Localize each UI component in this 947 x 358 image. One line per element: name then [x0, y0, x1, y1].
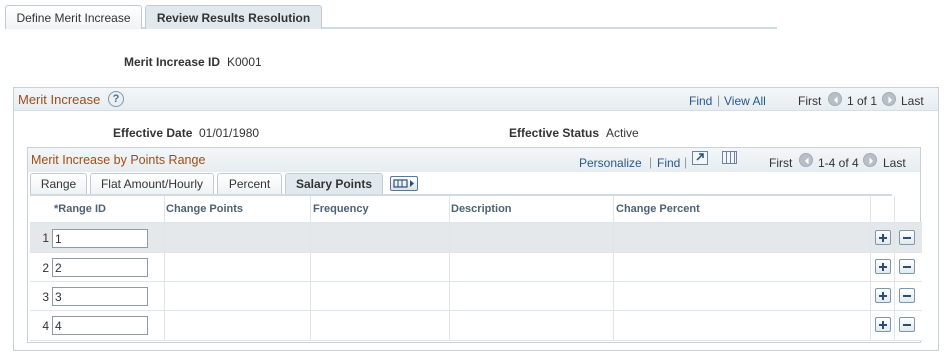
delete-row-button[interactable] — [899, 230, 915, 245]
col-change-percent: Change Percent — [616, 203, 700, 215]
add-row-button[interactable] — [875, 259, 891, 274]
merit-increase-id-value: K0001 — [227, 55, 262, 69]
row-number: 2 — [42, 261, 49, 275]
add-row-button[interactable] — [875, 288, 891, 303]
tab-range[interactable]: Range — [30, 173, 87, 195]
find-link[interactable]: Find — [657, 156, 680, 170]
first-label: First — [769, 156, 793, 170]
row-number: 3 — [42, 290, 49, 304]
row-count: 1 of 1 — [847, 94, 878, 108]
points-range-title: Merit Increase by Points Range — [31, 153, 206, 167]
tab-percent[interactable]: Percent — [217, 173, 282, 195]
divider — [613, 196, 614, 340]
col-change-points: Change Points — [166, 203, 244, 215]
show-all-columns-icon[interactable] — [390, 176, 418, 191]
last-label: Last — [901, 94, 924, 108]
row-number: 4 — [42, 319, 49, 333]
page-tabs: Define Merit Increase Review Results Res… — [5, 5, 777, 29]
row-count: 1-4 of 4 — [818, 156, 859, 170]
divider — [310, 196, 311, 340]
separator: | — [649, 155, 653, 169]
merit-increase-grid-header: Merit Increase ? Find | View All First 1… — [14, 88, 938, 111]
previous-arrow-icon[interactable] — [799, 153, 813, 167]
download-spreadsheet-icon[interactable] — [722, 151, 737, 164]
separator: | — [717, 93, 721, 107]
previous-arrow-icon[interactable] — [828, 92, 842, 106]
points-range-grid-header: Merit Increase by Points Range Personali… — [28, 148, 920, 172]
divider — [870, 196, 871, 340]
personalize-link[interactable]: Personalize — [579, 156, 642, 170]
range-id-input[interactable] — [52, 258, 148, 277]
divider — [449, 196, 450, 340]
range-id-input[interactable] — [52, 229, 148, 248]
divider — [164, 196, 165, 340]
first-label: First — [798, 94, 822, 108]
next-arrow-icon[interactable] — [863, 153, 877, 167]
separator: | — [684, 155, 688, 169]
effective-status-label: Effective Status — [509, 126, 600, 140]
merit-increase-id-label: Merit Increase ID — [124, 55, 221, 69]
divider — [894, 196, 895, 340]
delete-row-button[interactable] — [899, 259, 915, 274]
merit-increase-title: Merit Increase — [18, 92, 101, 107]
help-icon[interactable]: ? — [108, 91, 124, 107]
view-all-link[interactable]: View All — [724, 94, 766, 108]
find-link[interactable]: Find — [689, 94, 712, 108]
col-range-id: *Range ID — [54, 203, 106, 215]
effective-date-label: Effective Date — [113, 126, 193, 140]
range-id-input[interactable] — [52, 316, 148, 335]
tab-define-merit-increase[interactable]: Define Merit Increase — [5, 5, 142, 29]
next-arrow-icon[interactable] — [882, 92, 896, 106]
effective-status-value: Active — [606, 126, 639, 140]
row-number: 1 — [42, 231, 49, 245]
last-label: Last — [883, 156, 906, 170]
col-frequency: Frequency — [313, 203, 369, 215]
effective-date-value: 01/01/1980 — [199, 126, 260, 140]
add-row-button[interactable] — [875, 317, 891, 332]
col-description: Description — [451, 203, 512, 215]
tab-review-results-resolution[interactable]: Review Results Resolution — [145, 5, 322, 29]
delete-row-button[interactable] — [899, 288, 915, 303]
add-row-button[interactable] — [875, 230, 891, 245]
tab-flat-amount-hourly[interactable]: Flat Amount/Hourly — [90, 173, 214, 195]
range-id-input[interactable] — [52, 287, 148, 306]
tab-salary-points[interactable]: Salary Points — [285, 173, 383, 195]
divider — [30, 340, 922, 341]
delete-row-button[interactable] — [899, 317, 915, 332]
new-window-icon[interactable] — [692, 151, 708, 165]
